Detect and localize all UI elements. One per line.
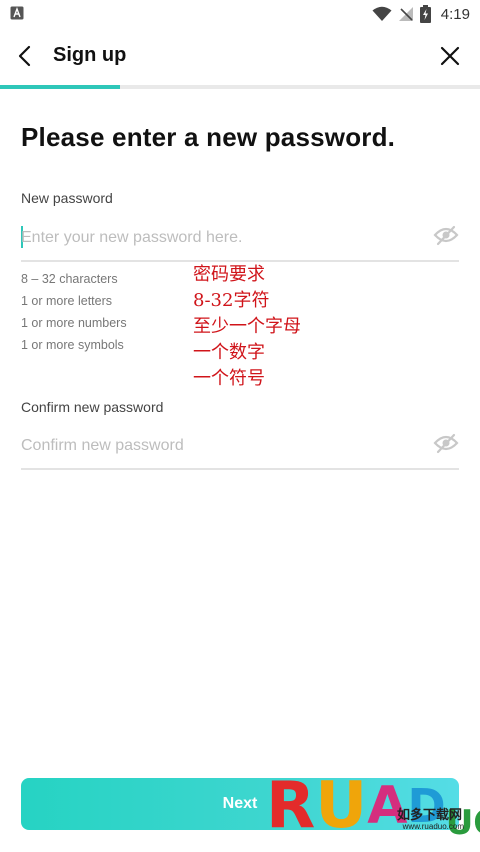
page-heading: Please enter a new password.	[21, 122, 396, 152]
watermark-url: www.ruaduo.com	[402, 822, 464, 831]
app-notification-icon	[10, 6, 24, 20]
site-watermark-logo: R U A D U O 如多下载网 www.ruaduo.com	[266, 760, 480, 852]
eye-hidden-icon[interactable]	[433, 432, 459, 454]
back-arrow-icon[interactable]	[12, 42, 40, 70]
watermark-letter: U	[315, 769, 368, 843]
rule-item: 1 or more symbols	[21, 338, 124, 352]
new-password-input[interactable]	[21, 220, 421, 256]
password-rules: 8 – 32 characters 1 or more letters 1 or…	[21, 271, 127, 359]
red-annotation: 密码要求 8-32字符 至少一个字母 一个数字 一个符号	[193, 262, 301, 392]
no-signal-icon	[398, 7, 413, 21]
status-time: 4:19	[440, 5, 470, 23]
annotation-line: 8-32字符	[193, 290, 270, 311]
confirm-password-field	[21, 428, 459, 470]
close-icon[interactable]	[438, 44, 462, 68]
wifi-icon	[372, 6, 392, 21]
watermark-tagline: 如多下载网	[396, 807, 462, 822]
watermark-letter: R	[266, 769, 316, 843]
page-title: Sign up	[53, 44, 127, 66]
annotation-line: 密码要求	[193, 264, 265, 285]
rule-item: 8 – 32 characters	[21, 272, 118, 286]
battery-icon	[419, 5, 431, 23]
annotation-line: 一个符号	[193, 368, 265, 389]
status-bar: 4:19	[0, 0, 480, 28]
confirm-password-input[interactable]	[21, 428, 421, 464]
watermark-letter: O	[473, 806, 480, 840]
top-bar: Sign up	[0, 30, 480, 82]
rule-item: 1 or more letters	[21, 294, 113, 308]
next-button-label: Next	[222, 795, 258, 812]
status-icons: 4:19	[372, 4, 470, 24]
annotation-line: 一个数字	[193, 342, 265, 363]
eye-hidden-icon[interactable]	[433, 224, 459, 246]
signup-progress-bar	[0, 85, 480, 89]
new-password-field	[21, 220, 459, 262]
new-password-label: New password	[21, 190, 113, 206]
annotation-line: 至少一个字母	[193, 316, 301, 337]
signup-progress-fill	[0, 85, 120, 89]
rule-item: 1 or more numbers	[21, 316, 127, 330]
confirm-password-label: Confirm new password	[21, 399, 164, 415]
